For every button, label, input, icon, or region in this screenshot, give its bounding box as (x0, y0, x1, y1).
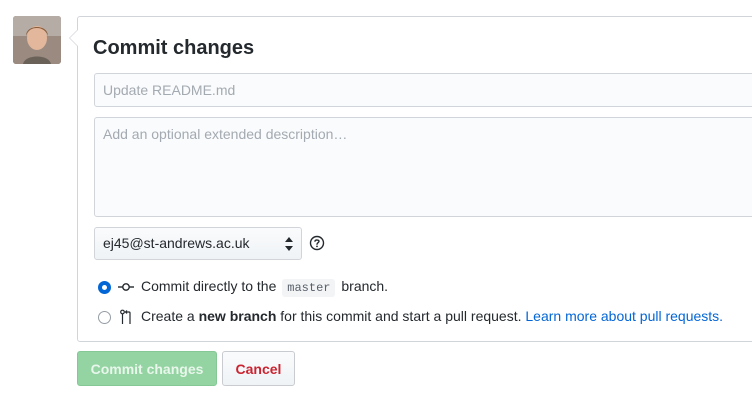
branch-name-badge: master (282, 279, 336, 297)
commit-direct-label[interactable]: Commit directly to the master branch. (141, 278, 388, 297)
learn-more-pull-requests-link[interactable]: Learn more about pull requests. (525, 308, 723, 324)
commit-description-input[interactable] (94, 117, 752, 217)
author-email-select[interactable]: ej45@st-andrews.ac.uk (94, 227, 302, 260)
commit-form-title: Commit changes (93, 37, 255, 59)
select-arrows-icon (285, 237, 293, 251)
new-branch-label[interactable]: Create a new branch for this commit and … (141, 308, 723, 324)
git-commit-icon (118, 283, 134, 291)
commit-summary-input[interactable] (94, 73, 752, 107)
new-branch-radio[interactable] (98, 311, 111, 324)
avatar (13, 16, 61, 64)
help-icon[interactable] (309, 235, 325, 251)
commit-changes-button[interactable]: Commit changes (77, 351, 217, 386)
cancel-button[interactable]: Cancel (222, 351, 295, 386)
author-email-value: ej45@st-andrews.ac.uk (103, 235, 250, 251)
git-pull-request-icon (120, 309, 131, 324)
commit-direct-radio[interactable] (98, 281, 111, 294)
